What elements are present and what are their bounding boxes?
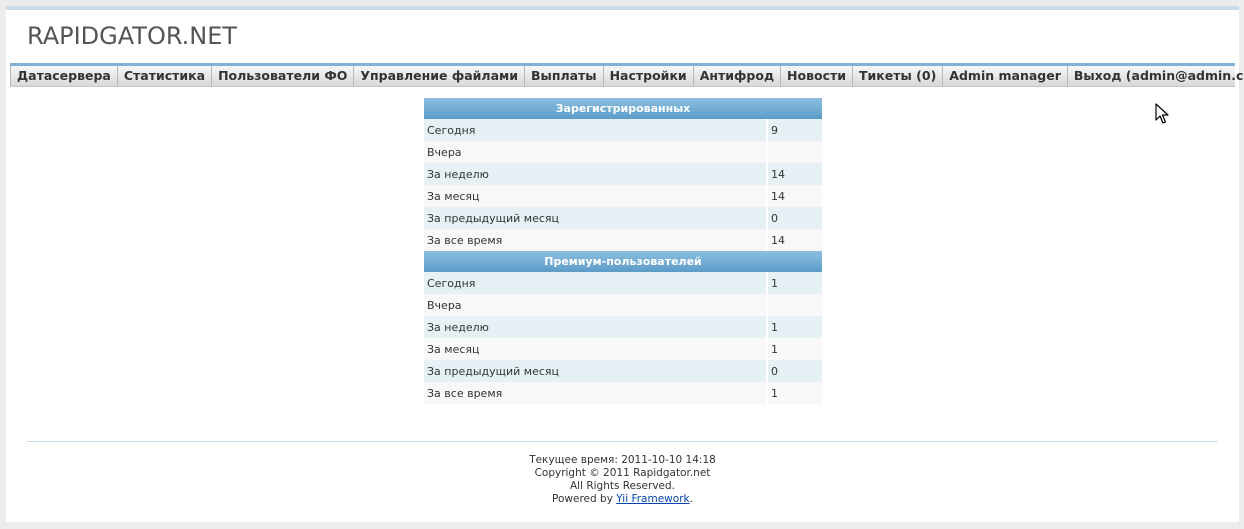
- row-value: [767, 141, 822, 163]
- nav-item-tickets[interactable]: Тикеты (0): [853, 66, 944, 86]
- section-header-registered: Зарегистрированных: [424, 98, 822, 119]
- nav-item-antifraud[interactable]: Антифрод: [694, 66, 782, 86]
- footer: Текущее время: 2011-10-10 14:18 Copyrigh…: [6, 454, 1239, 506]
- table-row: Вчера: [424, 294, 822, 316]
- table-row: За все время 1: [424, 382, 822, 404]
- row-label: Сегодня: [424, 272, 768, 294]
- row-value: 1: [767, 338, 822, 360]
- row-value: 1: [767, 272, 822, 294]
- powered-by-prefix: Powered by: [552, 493, 617, 505]
- row-label: За все время: [424, 229, 768, 251]
- statistics-table: Зарегистрированных Сегодня 9 Вчера За не…: [424, 98, 822, 404]
- nav-item-dataservers[interactable]: Датасервера: [11, 66, 118, 86]
- row-label: Сегодня: [424, 119, 768, 141]
- row-value: 14: [767, 163, 822, 185]
- nav-item-payouts[interactable]: Выплаты: [525, 66, 604, 86]
- table-row: За неделю 14: [424, 163, 822, 185]
- footer-current-time: Текущее время: 2011-10-10 14:18: [529, 454, 716, 466]
- table-row: За месяц 1: [424, 338, 822, 360]
- nav-item-news[interactable]: Новости: [781, 66, 854, 86]
- row-label: За месяц: [424, 338, 768, 360]
- row-value: 0: [767, 360, 822, 382]
- row-label: Вчера: [424, 141, 768, 163]
- nav-item-logout[interactable]: Выход (admin@admin.com): [1068, 66, 1244, 86]
- main-nav: Датасервера Статистика Пользователи ФО У…: [10, 63, 1244, 87]
- table-row: За предыдущий месяц 0: [424, 360, 822, 382]
- section-title: Зарегистрированных: [424, 98, 822, 119]
- nav-item-settings[interactable]: Настройки: [604, 66, 694, 86]
- row-value: 14: [767, 229, 822, 251]
- nav-item-admin-manager[interactable]: Admin manager: [943, 66, 1068, 86]
- table-row: Вчера: [424, 141, 822, 163]
- row-label: За неделю: [424, 163, 768, 185]
- footer-divider: [27, 441, 1218, 442]
- powered-by-suffix: .: [689, 493, 693, 505]
- row-label: Вчера: [424, 294, 768, 316]
- row-label: За все время: [424, 382, 768, 404]
- section-title: Премиум-пользователей: [424, 251, 822, 272]
- row-value: 1: [767, 316, 822, 338]
- row-label: За месяц: [424, 185, 768, 207]
- yii-framework-link[interactable]: Yii Framework: [616, 493, 689, 505]
- nav-item-statistics[interactable]: Статистика: [118, 66, 213, 86]
- footer-copyright: Copyright © 2011 Rapidgator.net: [534, 467, 711, 479]
- row-value: 14: [767, 185, 822, 207]
- nav-item-file-management[interactable]: Управление файлами: [354, 66, 525, 86]
- table-row: Сегодня 9: [424, 119, 822, 141]
- footer-powered-by: Powered by Yii Framework.: [6, 493, 1239, 506]
- footer-rights: All Rights Reserved.: [569, 480, 676, 492]
- table-row: За предыдущий месяц 0: [424, 207, 822, 229]
- table-row: За все время 14: [424, 229, 822, 251]
- row-value: 1: [767, 382, 822, 404]
- row-label: За неделю: [424, 316, 768, 338]
- table-row: За неделю 1: [424, 316, 822, 338]
- section-header-premium: Премиум-пользователей: [424, 251, 822, 272]
- page-container: RAPIDGATOR.NET Датасервера Статистика По…: [6, 6, 1244, 522]
- site-logo[interactable]: RAPIDGATOR.NET: [27, 22, 237, 50]
- mouse-cursor-icon: [1155, 103, 1169, 124]
- row-label: За предыдущий месяц: [424, 360, 768, 382]
- row-value: [767, 294, 822, 316]
- nav-item-users[interactable]: Пользователи ФО: [212, 66, 355, 86]
- row-label: За предыдущий месяц: [424, 207, 768, 229]
- row-value: 0: [767, 207, 822, 229]
- row-value: 9: [767, 119, 822, 141]
- table-row: Сегодня 1: [424, 272, 822, 294]
- table-row: За месяц 14: [424, 185, 822, 207]
